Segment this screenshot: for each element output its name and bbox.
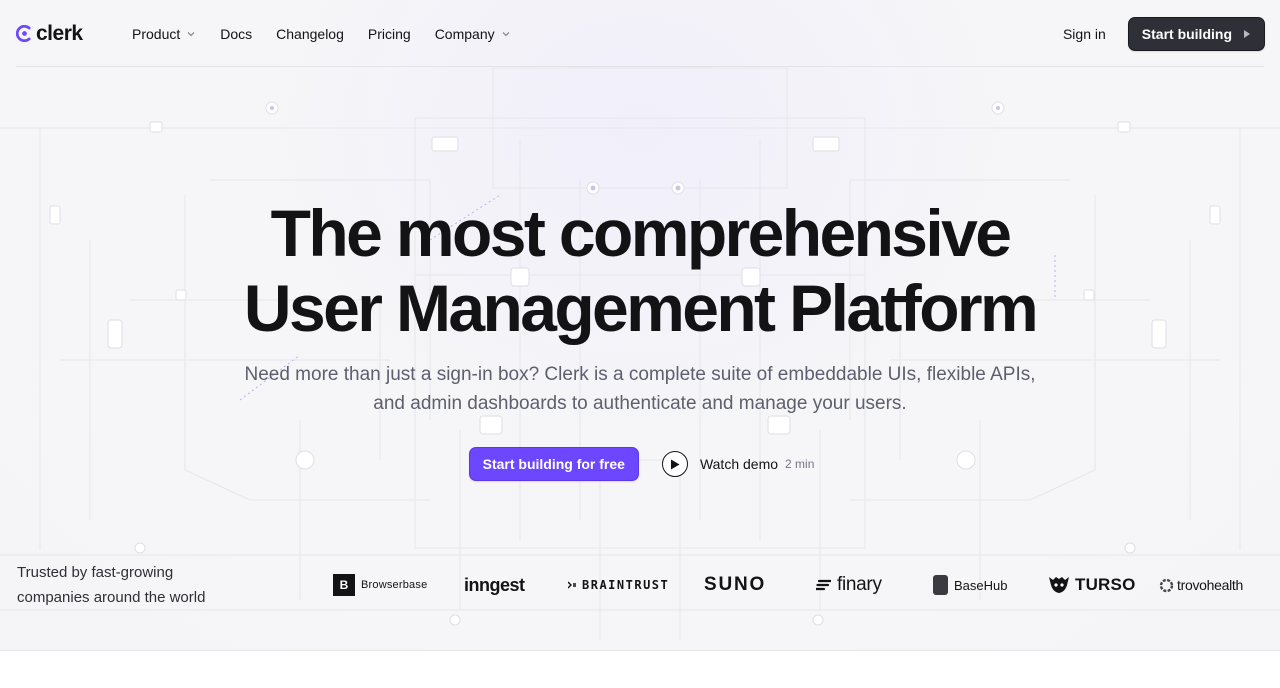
sign-in-link[interactable]: Sign in xyxy=(1063,26,1106,42)
nav-company-label: Company xyxy=(434,25,495,42)
nav-company[interactable]: Company xyxy=(423,20,523,48)
basehub-logo: BaseHub xyxy=(933,568,1007,602)
hero-cta-row: Start building for free Watch demo 2 min xyxy=(0,448,1280,480)
turso-logo: TURSO xyxy=(1049,568,1136,602)
trovohealth-name: trovohealth xyxy=(1177,577,1243,593)
trovohealth-mark-icon xyxy=(1159,578,1174,592)
clerk-logo-icon xyxy=(16,25,31,42)
braintrust-mark-icon xyxy=(568,581,576,589)
chevron-down-icon xyxy=(187,31,195,36)
headline-line-2: User Management Platform xyxy=(243,271,1039,345)
braintrust-name: BRAINTRUST xyxy=(582,578,670,592)
finary-logo: finary xyxy=(816,568,882,602)
nav-divider xyxy=(16,66,1264,67)
play-button[interactable] xyxy=(661,451,688,477)
bottom-strip xyxy=(0,650,1280,688)
browserbase-name: Browserbase xyxy=(361,579,428,591)
nav-links: Product Docs Changelog Pricing Company xyxy=(120,20,523,48)
headline-line-1: The most comprehensive xyxy=(270,196,1012,270)
nav-docs-label: Docs xyxy=(220,25,253,42)
basehub-name: BaseHub xyxy=(954,577,1008,593)
start-building-label: Start building xyxy=(1141,25,1232,42)
watch-demo-button[interactable]: Watch demo 2 min xyxy=(661,451,815,477)
clerk-logo[interactable]: clerk xyxy=(16,22,120,46)
nav-docs[interactable]: Docs xyxy=(208,20,264,48)
nav-right: Sign in Start building xyxy=(1063,17,1264,50)
nav-product[interactable]: Product xyxy=(120,20,208,48)
nav-pricing[interactable]: Pricing xyxy=(356,20,423,48)
turso-mark-icon xyxy=(1049,577,1069,593)
suno-name: SUNO xyxy=(704,574,767,595)
inngest-logo: inngest xyxy=(464,568,525,602)
nav-changelog[interactable]: Changelog xyxy=(264,20,356,48)
browserbase-mark: B xyxy=(333,574,355,596)
nav-changelog-label: Changelog xyxy=(276,25,344,42)
basehub-mark-icon xyxy=(933,575,948,595)
start-building-free-button[interactable]: Start building for free xyxy=(469,448,638,480)
browserbase-logo: B Browserbase xyxy=(333,568,427,602)
triangle-right-icon xyxy=(1244,29,1250,38)
chevron-down-icon xyxy=(502,31,510,36)
customer-logos: B Browserbase inngest BRAINTRUST SUNO fi… xyxy=(0,568,1280,602)
top-nav: clerk Product Docs Changelog Pricing Com… xyxy=(0,0,1280,67)
hero-subtext: Need more than just a sign-in box? Clerk… xyxy=(244,364,1036,414)
inngest-name: inngest xyxy=(464,574,525,595)
trovohealth-logo: trovohealth xyxy=(1159,568,1243,602)
suno-logo: SUNO xyxy=(704,568,766,602)
watch-demo-label: Watch demo xyxy=(699,456,779,472)
logo-text: clerk xyxy=(36,21,83,45)
nav-product-label: Product xyxy=(132,25,181,42)
play-icon xyxy=(670,459,680,469)
finary-mark-icon xyxy=(816,579,831,591)
braintrust-logo: BRAINTRUST xyxy=(568,568,669,602)
nav-pricing-label: Pricing xyxy=(367,25,411,42)
finary-name: finary xyxy=(837,574,882,595)
start-building-button[interactable]: Start building xyxy=(1128,17,1264,50)
turso-name: TURSO xyxy=(1075,575,1136,594)
watch-demo-duration: 2 min xyxy=(785,457,815,471)
